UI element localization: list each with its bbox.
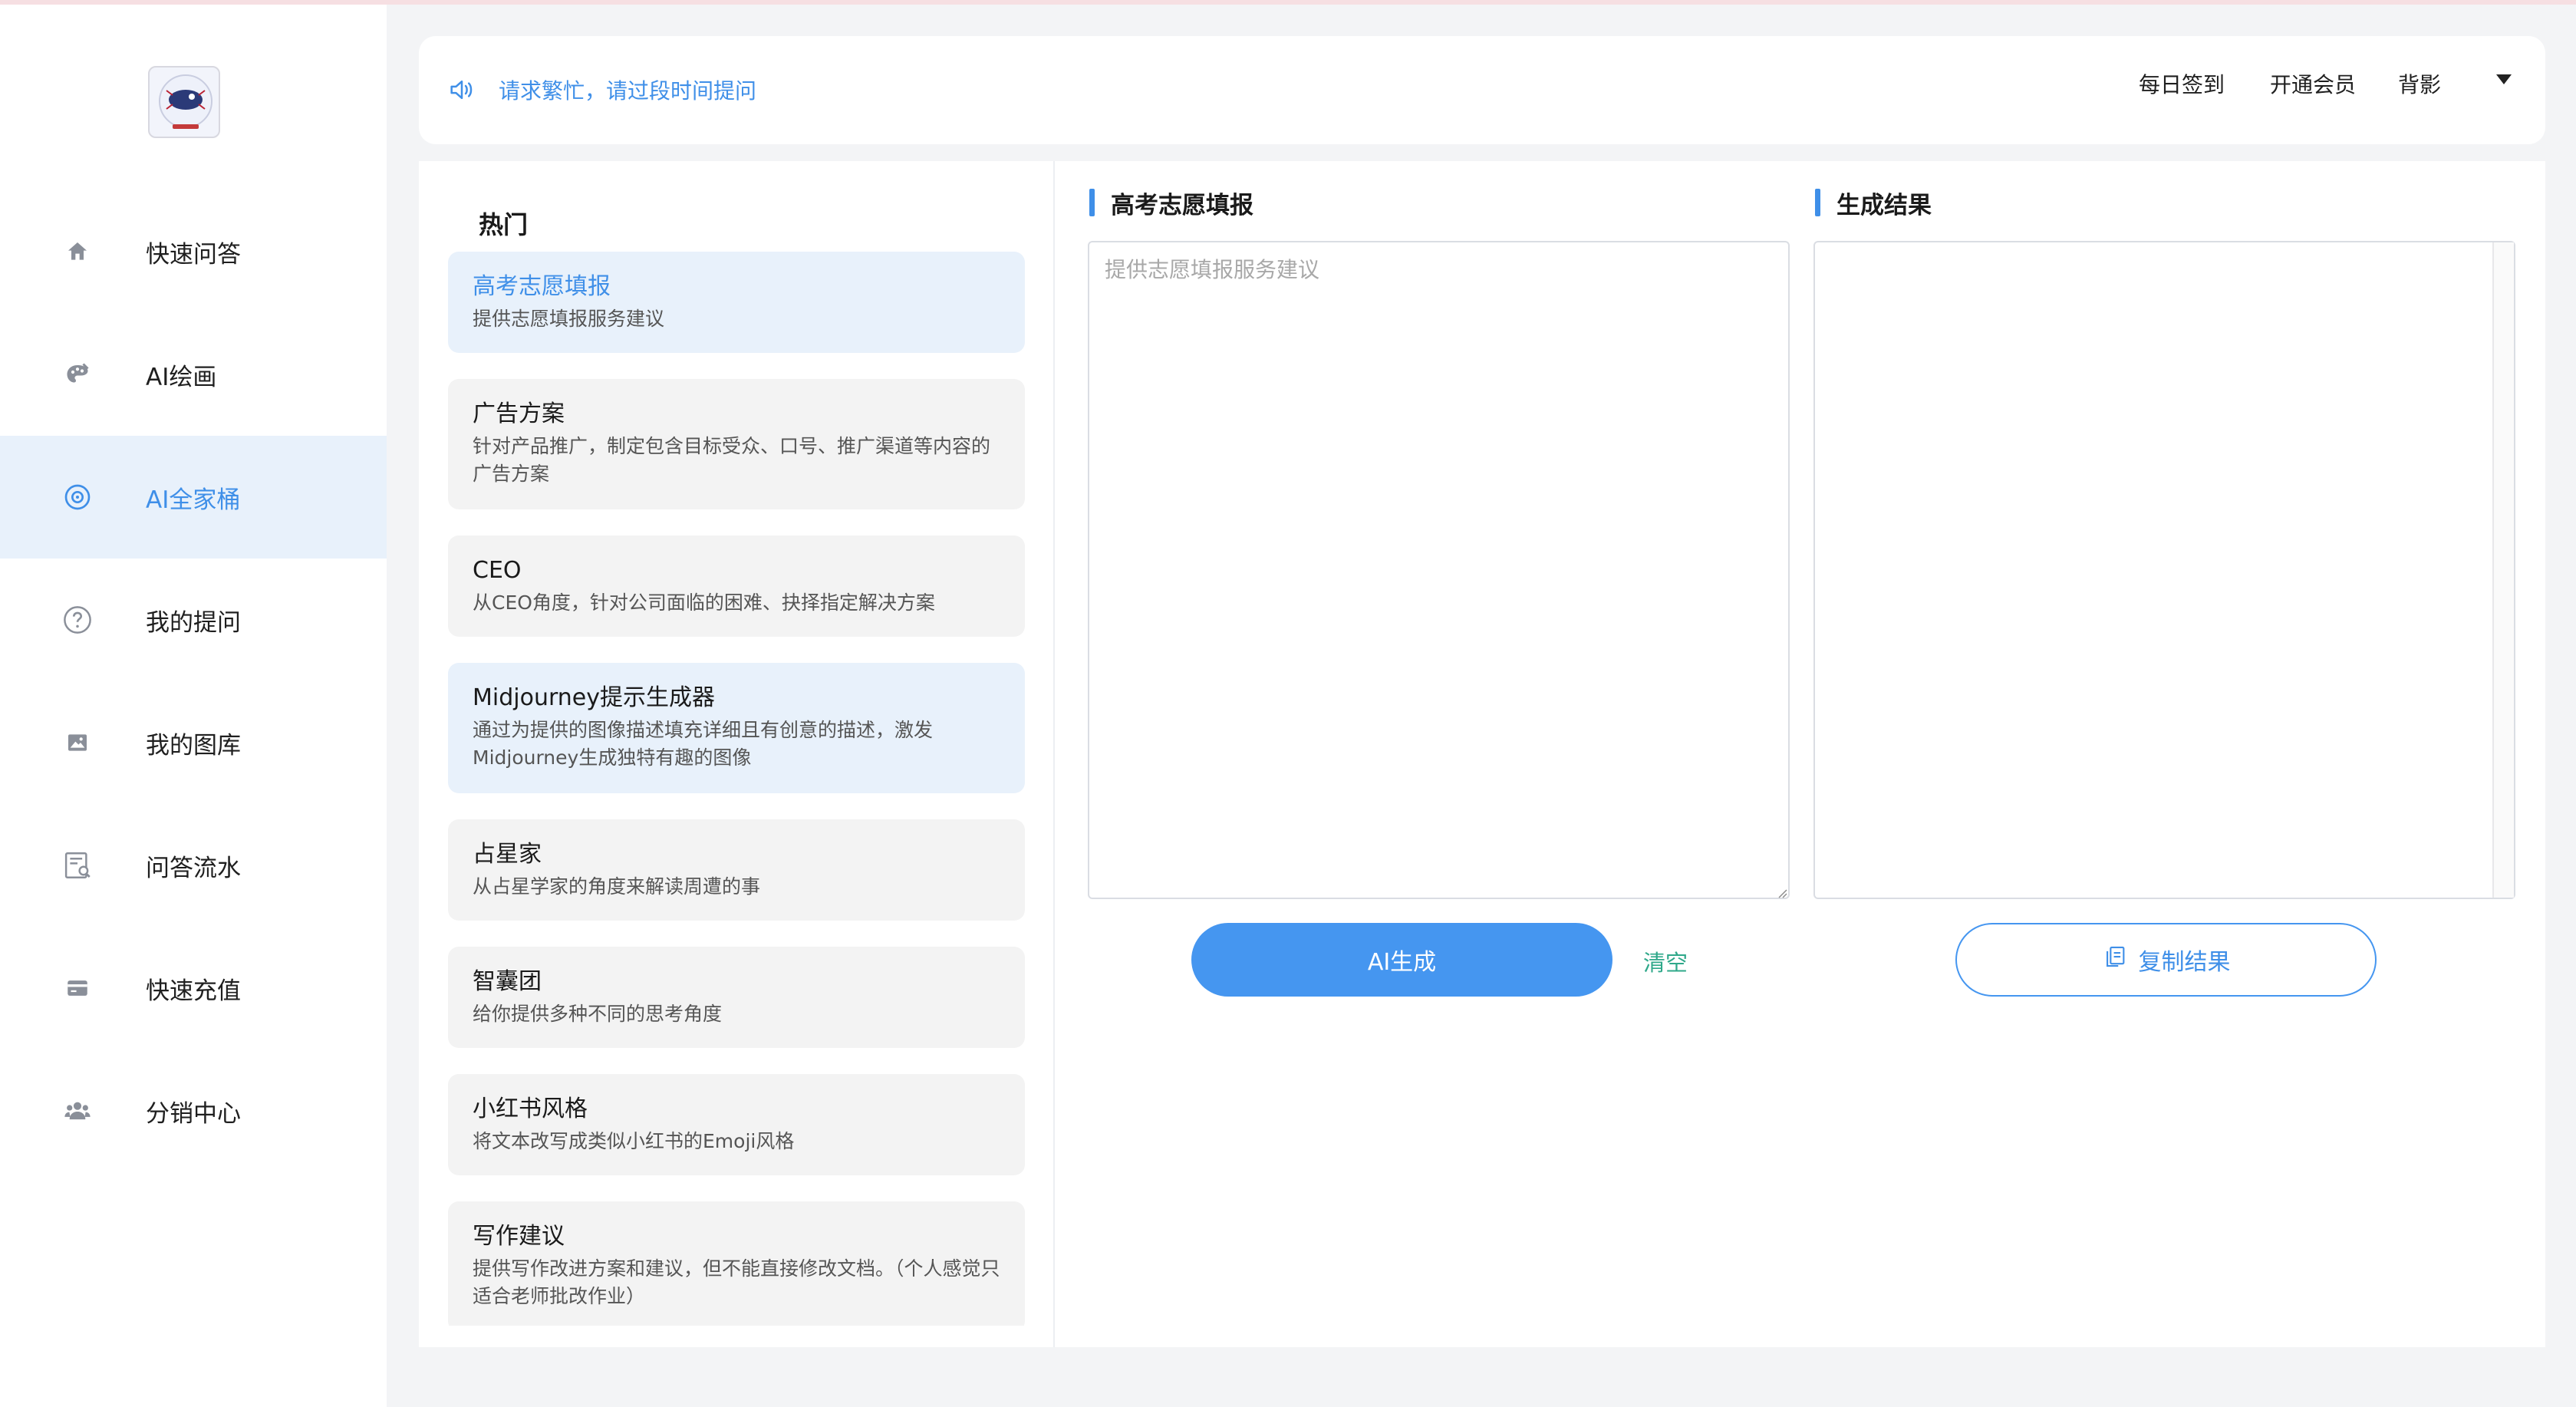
palette-icon <box>61 358 94 391</box>
sidebar-item-label: AI绘画 <box>146 363 217 391</box>
input-section-title: 高考志愿填报 <box>1089 186 1253 220</box>
copy-result-button[interactable]: 复制结果 <box>1955 923 2377 997</box>
sidebar-item-label: 分销中心 <box>146 1099 241 1128</box>
template-card-astrologer[interactable]: 占星家 从占星学家的角度来解读周遭的事 <box>448 819 1025 921</box>
copy-result-label: 复制结果 <box>2138 949 2231 976</box>
sidebar-item-label: AI全家桶 <box>146 486 241 514</box>
template-card-writing[interactable]: 写作建议 提供写作改进方案和建议，但不能直接修改文档。（个人感觉只适合老师批改作… <box>448 1201 1025 1326</box>
image-icon <box>61 726 94 760</box>
receipt-search-icon <box>61 848 94 882</box>
user-menu-caret-icon[interactable] <box>2496 74 2512 84</box>
card-title: 占星家 <box>473 841 542 868</box>
result-scrollbar[interactable] <box>2492 242 2514 898</box>
card-desc: 通过为提供的图像描述填充详细且有创意的描述，激发Midjourney生成独特有趣… <box>473 719 934 769</box>
card-desc: 提供志愿填报服务建议 <box>473 308 665 330</box>
result-output[interactable] <box>1813 241 2515 899</box>
template-card-ad-plan[interactable]: 广告方案 针对产品推广，制定包含目标受众、口号、推广渠道等内容的广告方案 <box>448 379 1025 509</box>
clear-button[interactable]: 清空 <box>1643 945 1688 977</box>
prompt-input[interactable] <box>1088 241 1790 899</box>
sidebar-item-label: 快速问答 <box>146 240 241 269</box>
compass-icon <box>61 480 94 514</box>
sidebar-item-qa-history[interactable]: 问答流水 <box>0 804 387 927</box>
card-desc: 提供写作改进方案和建议，但不能直接修改文档。（个人感觉只适合老师批改作业） <box>473 1257 1000 1307</box>
user-name[interactable]: 背影 <box>2398 68 2441 99</box>
card-title: 写作建议 <box>473 1223 565 1250</box>
speaker-icon <box>446 74 477 105</box>
template-card-gaokao[interactable]: 高考志愿填报 提供志愿填报服务建议 <box>448 252 1025 353</box>
card-desc: 给你提供多种不同的思考角度 <box>473 1003 723 1025</box>
sidebar: 快速问答 AI绘画 AI全家桶 我的提问 我的图库 问答流水 快速充值 分销中心 <box>0 5 387 1407</box>
sidebar-item-quick-qa[interactable]: 快速问答 <box>0 190 387 313</box>
top-header: 请求繁忙，请过段时间提问 每日签到 开通会员 背影 <box>419 36 2545 144</box>
card-title: 广告方案 <box>473 400 565 427</box>
card-title: 高考志愿填报 <box>473 273 611 300</box>
question-icon <box>61 603 94 637</box>
card-desc: 从占星学家的角度来解读周遭的事 <box>473 875 761 898</box>
sidebar-item-label: 我的图库 <box>146 731 241 760</box>
template-card-xiaohongshu[interactable]: 小红书风格 将文本改写成类似小红书的Emoji风格 <box>448 1074 1025 1175</box>
daily-checkin-link[interactable]: 每日签到 <box>2139 68 2225 99</box>
card-icon <box>61 971 94 1005</box>
card-desc: 从CEO角度，针对公司面临的困难、抉择指定解决方案 <box>473 591 935 614</box>
membership-link[interactable]: 开通会员 <box>2270 68 2356 99</box>
sidebar-item-my-questions[interactable]: 我的提问 <box>0 559 387 681</box>
template-card-midjourney[interactable]: Midjourney提示生成器 通过为提供的图像描述填充详细且有创意的描述，激发… <box>448 663 1025 793</box>
card-desc: 将文本改写成类似小红书的Emoji风格 <box>473 1130 795 1152</box>
template-card-ceo[interactable]: CEO 从CEO角度，针对公司面临的困难、抉择指定解决方案 <box>448 535 1025 637</box>
sidebar-item-distribution[interactable]: 分销中心 <box>0 1049 387 1172</box>
result-section-title: 生成结果 <box>1815 186 1932 220</box>
notice-text: 请求繁忙，请过段时间提问 <box>499 78 757 104</box>
card-title: CEO <box>473 557 522 584</box>
sidebar-item-label: 快速充值 <box>146 977 241 1005</box>
template-list-panel: 热门 高考志愿填报 提供志愿填报服务建议 广告方案 针对产品推广，制定包含目标受… <box>419 161 1055 1347</box>
ai-generate-button[interactable]: AI生成 <box>1191 923 1612 997</box>
card-title: 智囊团 <box>473 968 542 995</box>
template-card-think-tank[interactable]: 智囊团 给你提供多种不同的思考角度 <box>448 947 1025 1048</box>
sidebar-item-ai-suite[interactable]: AI全家桶 <box>0 436 387 559</box>
card-title: 小红书风格 <box>473 1096 588 1122</box>
resize-grip-icon[interactable] <box>1777 887 1787 898</box>
sidebar-item-recharge[interactable]: 快速充值 <box>0 927 387 1049</box>
sidebar-item-my-gallery[interactable]: 我的图库 <box>0 681 387 804</box>
sidebar-item-label: 我的提问 <box>146 608 241 637</box>
sidebar-item-ai-painting[interactable]: AI绘画 <box>0 313 387 436</box>
home-icon <box>61 235 94 269</box>
hot-section-title: 热门 <box>479 210 529 239</box>
card-desc: 针对产品推广，制定包含目标受众、口号、推广渠道等内容的广告方案 <box>473 435 991 485</box>
main-panel: 热门 高考志愿填报 提供志愿填报服务建议 广告方案 针对产品推广，制定包含目标受… <box>419 161 2545 1347</box>
template-card-list[interactable]: 高考志愿填报 提供志愿填报服务建议 广告方案 针对产品推广，制定包含目标受众、口… <box>448 252 1025 1326</box>
copy-icon <box>2102 944 2128 976</box>
card-title: Midjourney提示生成器 <box>473 684 715 711</box>
app-logo[interactable] <box>148 66 220 138</box>
sidebar-item-label: 问答流水 <box>146 854 241 882</box>
users-icon <box>61 1094 94 1128</box>
